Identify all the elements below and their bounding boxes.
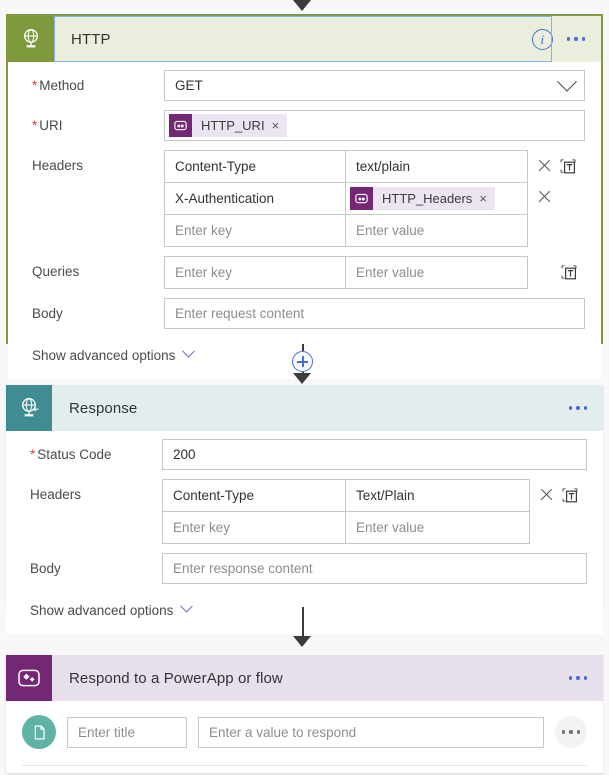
http-action-card[interactable]: HTTP i * Method GET * URI HTTP_URI × Hea… — [6, 14, 603, 379]
queries-label: Queries — [32, 264, 80, 279]
table-row[interactable]: Enter key Enter value — [165, 257, 527, 288]
field-row-status-code: * Status Code 200 — [22, 439, 587, 470]
query-value-input[interactable]: Enter value — [346, 257, 527, 288]
header-value-cell[interactable]: text/plain — [346, 151, 527, 182]
delete-row-icon[interactable] — [537, 189, 552, 204]
query-key-input[interactable]: Enter key — [165, 257, 346, 288]
header-value-cell[interactable]: Text/Plain — [346, 480, 529, 511]
token-label: HTTP_Headers — [382, 191, 473, 206]
token-remove-icon[interactable]: × — [479, 192, 487, 205]
header-key-input[interactable]: Enter key — [163, 512, 346, 543]
headers-row-actions — [528, 150, 585, 181]
response-card-title: Response — [69, 399, 138, 417]
response-headers-row-actions — [530, 479, 587, 510]
required-asterisk: * — [30, 447, 36, 462]
powerapps-icon — [6, 655, 52, 701]
powerapp-card-divider — [22, 765, 587, 766]
http-card-body: * Method GET * URI HTTP_URI × Headers Co… — [8, 62, 601, 379]
chevron-down-icon — [557, 71, 577, 92]
switch-to-text-mode-icon[interactable] — [561, 264, 577, 280]
http-card-more-button[interactable] — [566, 37, 585, 41]
powerapp-action-card[interactable]: Respond to a PowerApp or flow Enter titl… — [6, 655, 603, 773]
field-row-body: Body Enter request content — [24, 298, 585, 329]
field-row-headers: Headers Content-Type text/plain X-Authen… — [24, 150, 585, 247]
queries-row-actions — [528, 256, 585, 287]
table-row[interactable]: X-Authentication HTTP_Headers × — [165, 183, 527, 215]
token-http-headers[interactable]: HTTP_Headers × — [350, 187, 495, 210]
field-row-method: * Method GET — [24, 70, 585, 101]
response-body-label: Body — [30, 561, 61, 576]
table-row[interactable]: Content-Type Text/Plain — [163, 480, 529, 512]
text-output-icon — [22, 715, 56, 749]
required-asterisk: * — [32, 78, 38, 93]
show-advanced-options-http[interactable]: Show advanced options — [24, 338, 585, 365]
response-card-body: * Status Code 200 Headers Content-Type Te… — [6, 431, 603, 634]
required-asterisk: * — [32, 118, 38, 133]
response-headers-table: Content-Type Text/Plain Enter key Enter … — [162, 479, 530, 544]
table-row[interactable]: Content-Type text/plain — [165, 151, 527, 183]
advanced-label: Show advanced options — [30, 603, 174, 618]
table-row[interactable]: Enter key Enter value — [165, 215, 527, 246]
switch-to-text-mode-icon[interactable] — [562, 487, 578, 503]
token-remove-icon[interactable]: × — [272, 119, 280, 132]
token-http-uri[interactable]: HTTP_URI × — [169, 114, 288, 137]
method-select[interactable]: GET — [164, 70, 585, 101]
header-key-cell[interactable]: Content-Type — [163, 480, 346, 511]
powerapp-card-header[interactable]: Respond to a PowerApp or flow — [6, 655, 603, 701]
body-label: Body — [32, 306, 63, 321]
field-row-queries: Queries Enter key Enter value — [24, 256, 585, 289]
info-button[interactable]: i — [531, 28, 553, 50]
delete-row-icon[interactable] — [537, 158, 552, 173]
show-advanced-options-response[interactable]: Show advanced options — [22, 593, 587, 620]
respond-value-input[interactable]: Enter a value to respond — [198, 716, 544, 748]
field-row-response-body: Body Enter response content — [22, 553, 587, 584]
chevron-down-icon — [182, 344, 196, 358]
headers-row-actions — [528, 181, 585, 212]
powerapp-card-body: Enter title Enter a value to respond — [6, 701, 603, 765]
chevron-down-icon — [180, 599, 194, 613]
globe-http-icon — [8, 16, 54, 62]
http-card-title: HTTP — [71, 30, 111, 48]
powerapps-token-icon — [169, 114, 192, 137]
http-card-header[interactable]: HTTP i — [8, 16, 601, 62]
headers-key-value-table: Content-Type text/plain X-Authentication — [164, 150, 528, 247]
field-row-response-headers: Headers Content-Type Text/Plain Enter ke… — [22, 479, 587, 544]
response-body-input[interactable]: Enter response content — [162, 553, 587, 584]
status-code-input[interactable]: 200 — [162, 439, 587, 470]
header-value-input[interactable]: Enter value — [346, 512, 529, 543]
response-card-header[interactable]: Response — [6, 385, 603, 431]
header-value-input[interactable]: Enter value — [346, 215, 527, 246]
powerapp-card-title: Respond to a PowerApp or flow — [69, 669, 283, 687]
header-value-cell[interactable]: HTTP_Headers × — [346, 183, 527, 214]
response-headers-label: Headers — [30, 487, 82, 502]
header-key-cell[interactable]: Content-Type — [165, 151, 346, 182]
delete-row-icon[interactable] — [539, 487, 554, 502]
uri-input[interactable]: HTTP_URI × — [164, 110, 585, 141]
status-code-label: * Status Code — [30, 447, 112, 462]
method-label: * Method — [32, 78, 85, 93]
header-key-input[interactable]: Enter key — [165, 215, 346, 246]
response-card-more-button[interactable] — [568, 406, 587, 410]
field-row-uri: * URI HTTP_URI × — [24, 110, 585, 141]
headers-label: Headers — [32, 158, 84, 173]
body-input[interactable]: Enter request content — [164, 298, 585, 329]
method-value: GET — [175, 78, 203, 93]
switch-to-text-mode-icon[interactable] — [560, 158, 576, 174]
powerapps-token-icon — [350, 187, 373, 210]
powerapp-card-more-button[interactable] — [568, 676, 587, 680]
token-label: HTTP_URI — [201, 118, 265, 133]
respond-title-input[interactable]: Enter title — [67, 716, 187, 748]
response-action-card[interactable]: Response * Status Code 200 Headers Conte… — [6, 385, 603, 634]
queries-key-value-table: Enter key Enter value — [164, 256, 528, 289]
table-row[interactable]: Enter key Enter value — [163, 512, 529, 543]
respond-row-more-button[interactable] — [555, 716, 587, 748]
advanced-label: Show advanced options — [32, 348, 176, 363]
globe-response-icon — [6, 385, 52, 431]
flow-designer-canvas: HTTP i * Method GET * URI HTTP_URI × Hea… — [0, 0, 609, 775]
header-key-cell[interactable]: X-Authentication — [165, 183, 346, 214]
uri-label: * URI — [32, 118, 63, 133]
